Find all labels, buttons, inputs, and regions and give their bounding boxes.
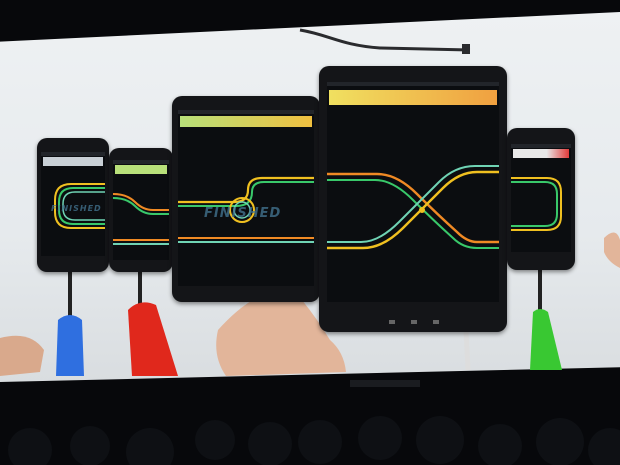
- finished-label: FINISHED: [51, 204, 102, 213]
- cable-blue: [56, 315, 84, 376]
- cable-green: [530, 309, 562, 370]
- phone-1-display: FINISHED: [41, 152, 105, 256]
- cable-plug: [462, 44, 470, 54]
- cable-tablet-large: [463, 329, 471, 371]
- finished-label: FINISHED: [204, 206, 282, 221]
- track-graphic: [511, 177, 562, 231]
- hand-left: [0, 335, 44, 376]
- hand-right: [604, 232, 620, 268]
- tablet-large-display: [327, 82, 499, 302]
- camera-equipment: [350, 380, 420, 387]
- phone-1: FINISHED: [37, 138, 109, 272]
- phone-2: [109, 148, 173, 272]
- track-graphic: [113, 193, 169, 245]
- power-cable: [299, 28, 471, 52]
- phone-3: [507, 128, 575, 270]
- track-graphic: [178, 176, 314, 243]
- audience: [8, 380, 620, 465]
- cable-red: [128, 302, 178, 376]
- tablet-small: FINISHED: [172, 96, 320, 302]
- home-buttons: [389, 320, 439, 326]
- phone-3-display: [511, 144, 571, 252]
- tablet-large: [319, 66, 507, 332]
- phone-2-display: [113, 160, 169, 260]
- track-graphic: [327, 165, 499, 250]
- presentation-stage: FINISHED FINISHED: [0, 0, 620, 465]
- tablet-small-display: FINISHED: [178, 110, 314, 286]
